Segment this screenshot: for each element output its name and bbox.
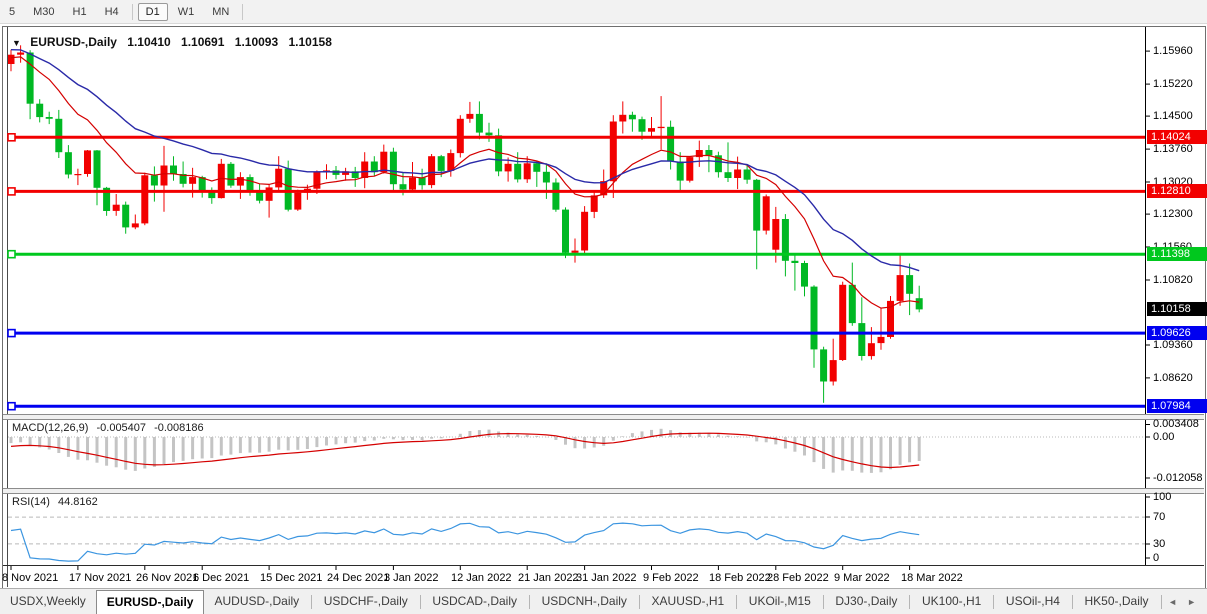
price-line-badge: 1.07984 (1147, 399, 1207, 413)
date-label: 21 Jan 2022 (518, 572, 579, 584)
macd-main-value: -0.005407 (96, 422, 146, 434)
rsi-value: 44.8162 (58, 496, 98, 508)
macd-pane-splitter[interactable] (3, 414, 1204, 420)
tabs-scroll-right-icon[interactable]: ► (1182, 597, 1201, 607)
symbol-tabbar: USDX,WeeklyEURUSD-,DailyAUDUSD-,DailyUSD… (0, 588, 1207, 614)
symbol-dropdown-icon[interactable]: ▼ (12, 38, 21, 48)
rsi-axis-label: 70 (1153, 511, 1165, 523)
mt4-terminal: 5M30H1H4D1W1MN ▼ EURUSD-,Daily 1.10410 1… (0, 0, 1207, 614)
tab-separator (529, 595, 530, 609)
chart-title: ▼ EURUSD-,Daily 1.10410 1.10691 1.10093 … (12, 35, 332, 49)
tab-separator (1072, 595, 1073, 609)
ohlc-close: 1.10158 (289, 35, 332, 49)
tab-uk100-h1[interactable]: UK100-,H1 (912, 589, 991, 614)
tab-separator (993, 595, 994, 609)
tab-hk50-daily[interactable]: HK50-,Daily (1075, 589, 1159, 614)
price-axis-label: 1.15960 (1153, 45, 1193, 57)
rsi-axis-label: 100 (1153, 491, 1171, 503)
price-line-badge: 1.11398 (1147, 247, 1207, 261)
current-price-badge: 1.10158 (1147, 302, 1207, 316)
chart-symbol-label: EURUSD-,Daily (30, 35, 117, 49)
price-axis-label: 1.15220 (1153, 78, 1193, 90)
rsi-label: RSI(14) 44.8162 (12, 496, 103, 508)
chart-plot-area[interactable] (0, 0, 1207, 614)
tab-separator (909, 595, 910, 609)
price-axis-label: 1.10820 (1153, 274, 1193, 286)
date-label: 28 Feb 2022 (767, 572, 829, 584)
price-line-badge: 1.09626 (1147, 326, 1207, 340)
price-line-badge: 1.12810 (1147, 184, 1207, 198)
macd-axis-label: -0.012058 (1153, 472, 1203, 484)
rsi-pane-splitter[interactable] (3, 488, 1204, 494)
macd-axis-label: 0.003408 (1153, 418, 1199, 430)
price-axis-label: 1.13760 (1153, 143, 1193, 155)
tab-usdcad-daily[interactable]: USDCAD-,Daily (422, 589, 527, 614)
candlestick-series (8, 45, 923, 403)
tab-usdcnh-daily[interactable]: USDCNH-,Daily (532, 589, 637, 614)
tab-usoil-h4[interactable]: USOil-,H4 (996, 589, 1070, 614)
price-axis-border (1145, 27, 1146, 566)
price-axis-label: 1.14500 (1153, 110, 1193, 122)
ohlc-low: 1.10093 (235, 35, 278, 49)
tab-separator (311, 595, 312, 609)
date-label: 9 Mar 2022 (834, 572, 890, 584)
macd-label: MACD(12,26,9) -0.005407 -0.008186 (12, 422, 209, 434)
tab-audusd-daily[interactable]: AUDUSD-,Daily (204, 589, 309, 614)
tab-separator (1161, 595, 1162, 609)
macd-histogram (11, 429, 919, 473)
tab-separator (823, 595, 824, 609)
tab-separator (639, 595, 640, 609)
ohlc-high: 1.10691 (181, 35, 224, 49)
date-label: 3 Jan 2022 (384, 572, 438, 584)
date-label: 15 Dec 2021 (260, 572, 322, 584)
date-label: 17 Nov 2021 (69, 572, 131, 584)
price-axis-label: 1.08620 (1153, 372, 1193, 384)
price-line-badge: 1.14024 (1147, 130, 1207, 144)
date-label: 9 Feb 2022 (643, 572, 699, 584)
date-label: 18 Mar 2022 (901, 572, 963, 584)
tab-eurusd-daily[interactable]: EURUSD-,Daily (96, 590, 205, 614)
macd-axis-label: 0.00 (1153, 431, 1174, 443)
date-label: 31 Jan 2022 (576, 572, 637, 584)
tab-separator (736, 595, 737, 609)
tabs-scroll-left-icon[interactable]: ◄ (1163, 597, 1182, 607)
tab-ukoil-m15[interactable]: UKOil-,M15 (739, 589, 821, 614)
tab-usdchf-daily[interactable]: USDCHF-,Daily (314, 589, 418, 614)
macd-signal-line (11, 433, 919, 467)
date-label: 24 Dec 2021 (327, 572, 389, 584)
date-label: 6 Dec 2021 (193, 572, 249, 584)
price-axis-label: 1.12300 (1153, 208, 1193, 220)
macd-signal-value: -0.008186 (154, 422, 204, 434)
date-axis-border (3, 565, 1204, 566)
tab-usdx-weekly[interactable]: USDX,Weekly (0, 589, 96, 614)
tab-dj30-daily[interactable]: DJ30-,Daily (825, 589, 907, 614)
rsi-axis-label: 30 (1153, 538, 1165, 550)
tab-separator (420, 595, 421, 609)
rsi-name: RSI(14) (12, 496, 50, 508)
date-label: 18 Feb 2022 (709, 572, 771, 584)
rsi-line (11, 523, 919, 561)
date-label: 26 Nov 2021 (136, 572, 198, 584)
date-label: 12 Jan 2022 (451, 572, 512, 584)
price-axis-label: 1.09360 (1153, 339, 1193, 351)
date-label: 8 Nov 2021 (2, 572, 58, 584)
ohlc-open: 1.10410 (127, 35, 170, 49)
rsi-axis-label: 0 (1153, 552, 1159, 564)
macd-name: MACD(12,26,9) (12, 422, 88, 434)
tab-xauusd-h1[interactable]: XAUUSD-,H1 (642, 589, 735, 614)
